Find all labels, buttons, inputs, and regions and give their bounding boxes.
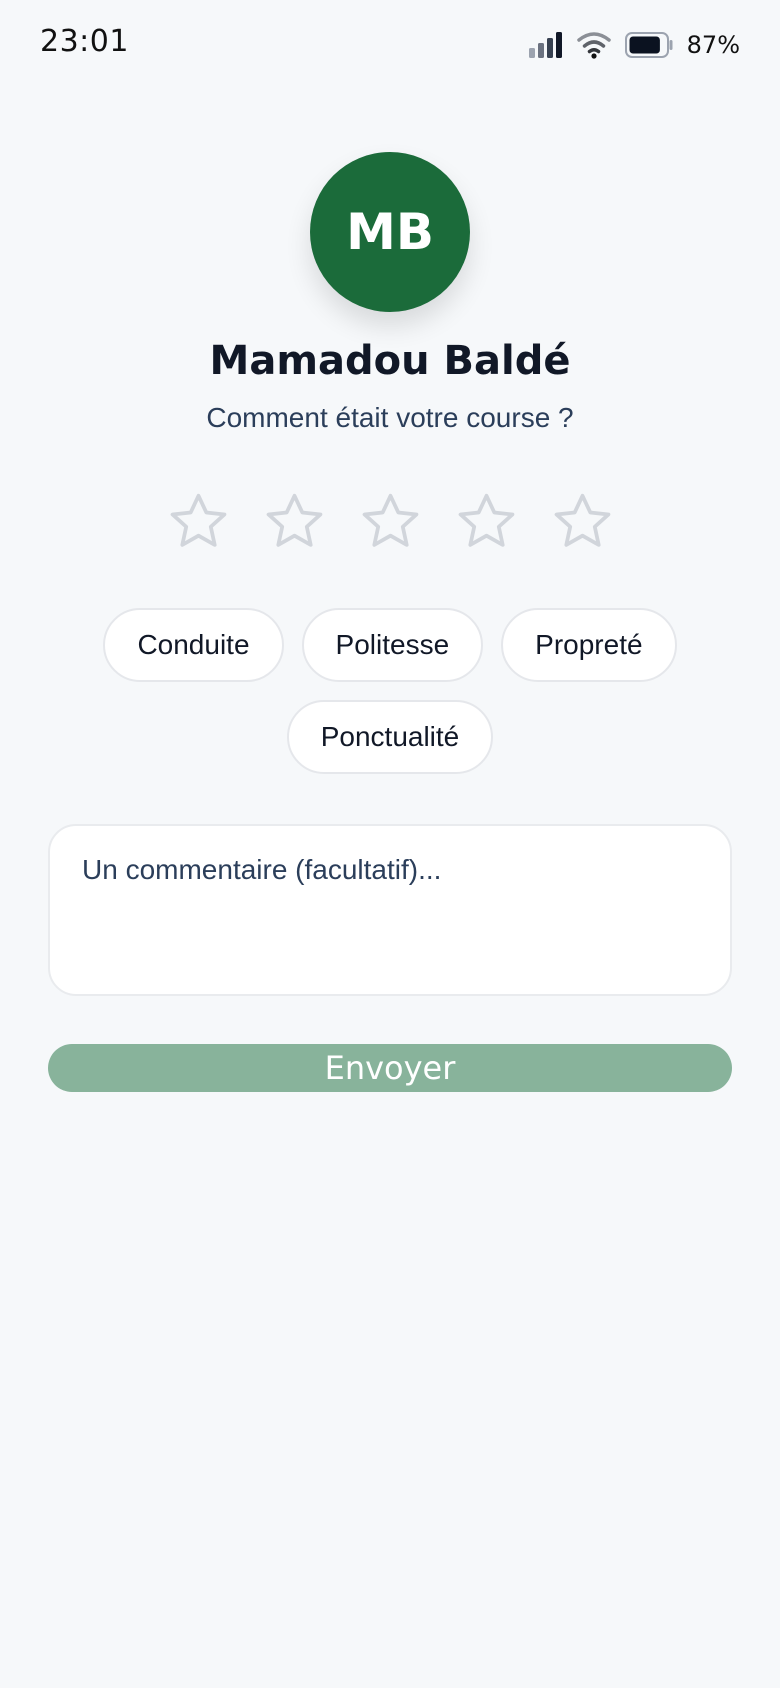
status-bar: 23:01 87% — [0, 0, 780, 88]
status-icons: 87% — [528, 30, 740, 60]
tag-politesse[interactable]: Politesse — [301, 608, 484, 682]
status-time: 23:01 — [40, 24, 129, 59]
tag-ponctualite[interactable]: Ponctualité — [286, 700, 494, 774]
battery-percent: 87% — [686, 31, 740, 59]
driver-name: Mamadou Baldé — [209, 338, 571, 384]
tag-proprete[interactable]: Propreté — [501, 608, 677, 682]
star-icon-1[interactable] — [165, 488, 232, 556]
star-icon-3[interactable] — [357, 488, 424, 556]
comment-input[interactable] — [48, 824, 732, 996]
rating-prompt: Comment était votre course ? — [206, 402, 574, 433]
wifi-icon — [576, 32, 611, 59]
battery-icon — [624, 32, 673, 58]
star-icon-2[interactable] — [261, 488, 328, 556]
driver-avatar: MB — [310, 152, 470, 312]
star-icon-4[interactable] — [453, 488, 520, 556]
star-icon-5[interactable] — [549, 488, 616, 556]
driver-initials: MB — [346, 203, 434, 261]
cellular-signal-icon — [528, 32, 562, 58]
star-rating — [0, 488, 780, 556]
feedback-tags: Conduite Politesse Propreté Ponctualité — [90, 608, 690, 774]
tag-conduite[interactable]: Conduite — [103, 608, 284, 682]
submit-button[interactable]: Envoyer — [48, 1044, 732, 1092]
